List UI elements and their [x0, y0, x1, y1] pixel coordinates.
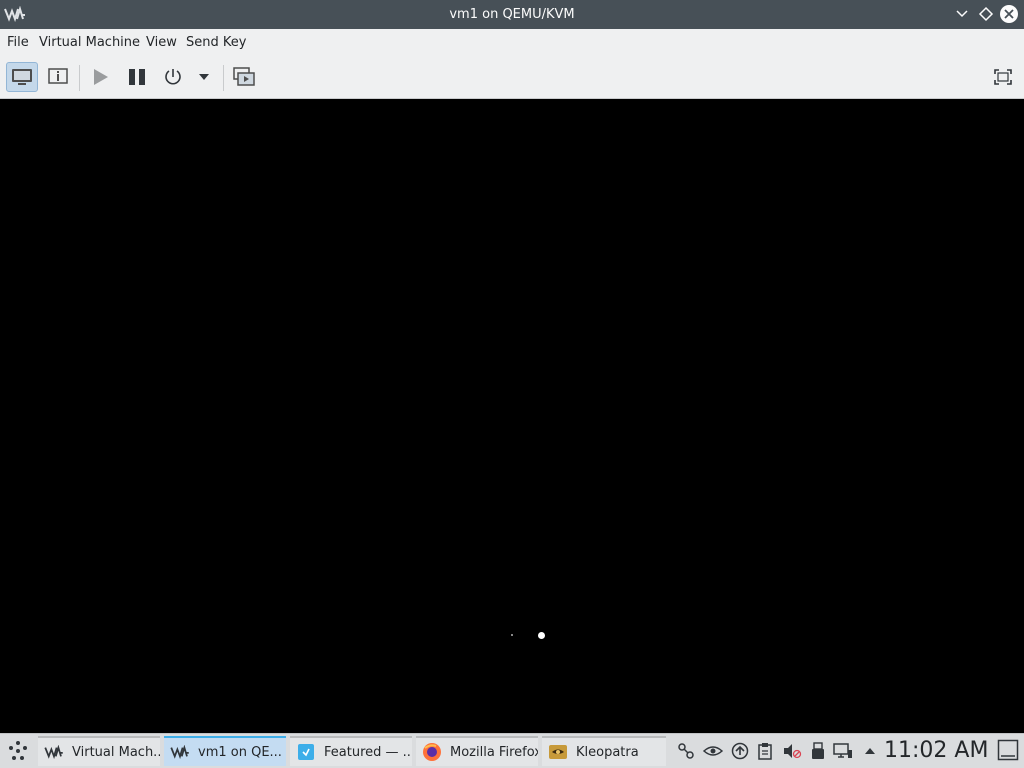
- menu-send-key[interactable]: Send Key: [185, 29, 247, 57]
- launcher-icon: [9, 741, 27, 760]
- snapshots-button[interactable]: [228, 62, 260, 92]
- task-label: Kleopatra: [576, 744, 639, 760]
- taskbar: Virtual Mach... vm1 on QE... Featured — …: [0, 733, 1024, 768]
- vault-icon[interactable]: [703, 741, 723, 761]
- toolbar-separator: [79, 65, 80, 91]
- discover-icon: [296, 743, 316, 761]
- boot-spinner-dot: [511, 634, 513, 636]
- window-titlebar[interactable]: vm1 on QEMU/KVM: [0, 0, 1024, 29]
- toolbar-separator: [223, 65, 224, 91]
- details-view-button[interactable]: [42, 62, 74, 92]
- virt-manager-icon: [170, 743, 190, 761]
- menu-file[interactable]: File: [6, 29, 30, 57]
- task-label: Featured — ...: [324, 744, 412, 760]
- window-title: vm1 on QEMU/KVM: [449, 7, 575, 22]
- toolbar: [0, 57, 1024, 99]
- task-firefox[interactable]: Mozilla Firefox: [416, 736, 538, 766]
- kleopatra-icon: [548, 743, 568, 761]
- info-icon: [48, 68, 68, 84]
- task-label: Virtual Mach...: [72, 744, 160, 760]
- kde-connect-icon[interactable]: [676, 741, 696, 761]
- run-button[interactable]: [84, 62, 116, 92]
- network-icon[interactable]: [833, 741, 853, 761]
- fullscreen-button[interactable]: [987, 62, 1019, 92]
- vm-console-display[interactable]: [0, 99, 1024, 733]
- pause-button[interactable]: [121, 62, 153, 92]
- updates-icon[interactable]: [730, 741, 750, 761]
- clipboard-icon[interactable]: [755, 741, 775, 761]
- task-label: Mozilla Firefox: [450, 744, 538, 760]
- close-icon[interactable]: [999, 4, 1019, 24]
- task-label: vm1 on QE...: [198, 744, 282, 760]
- volume-muted-icon[interactable]: [782, 741, 802, 761]
- boot-spinner-dot: [538, 632, 545, 639]
- usb-device-icon[interactable]: [808, 741, 828, 761]
- menu-virtual-machine[interactable]: Virtual Machine: [38, 29, 141, 57]
- application-launcher[interactable]: [4, 737, 32, 765]
- menu-bar: File Virtual Machine View Send Key: [0, 29, 1024, 57]
- shutdown-menu-button[interactable]: [189, 62, 219, 92]
- play-icon: [94, 69, 108, 85]
- shutdown-button[interactable]: [157, 62, 189, 92]
- task-discover[interactable]: Featured — ...: [290, 736, 412, 766]
- menu-view[interactable]: View: [145, 29, 178, 57]
- power-icon: [165, 69, 181, 85]
- firefox-icon: [422, 743, 442, 761]
- fullscreen-icon: [994, 69, 1012, 85]
- maximize-icon[interactable]: [976, 4, 996, 24]
- expand-tray-icon[interactable]: [860, 741, 880, 761]
- minimize-icon[interactable]: [952, 4, 972, 24]
- monitor-icon: [12, 69, 32, 85]
- console-view-button[interactable]: [6, 62, 38, 92]
- dropdown-arrow-icon: [199, 74, 209, 80]
- task-kleopatra[interactable]: Kleopatra: [542, 736, 666, 766]
- virt-manager-icon: [44, 743, 64, 761]
- clock[interactable]: 11:02 AM: [884, 734, 988, 767]
- show-desktop-button[interactable]: [997, 739, 1019, 761]
- pause-icon: [129, 69, 145, 85]
- task-vm1-console[interactable]: vm1 on QE...: [164, 736, 286, 766]
- task-virtual-machine-manager[interactable]: Virtual Mach...: [38, 736, 160, 766]
- show-desktop-icon: [997, 739, 1019, 761]
- snapshots-icon: [233, 67, 255, 86]
